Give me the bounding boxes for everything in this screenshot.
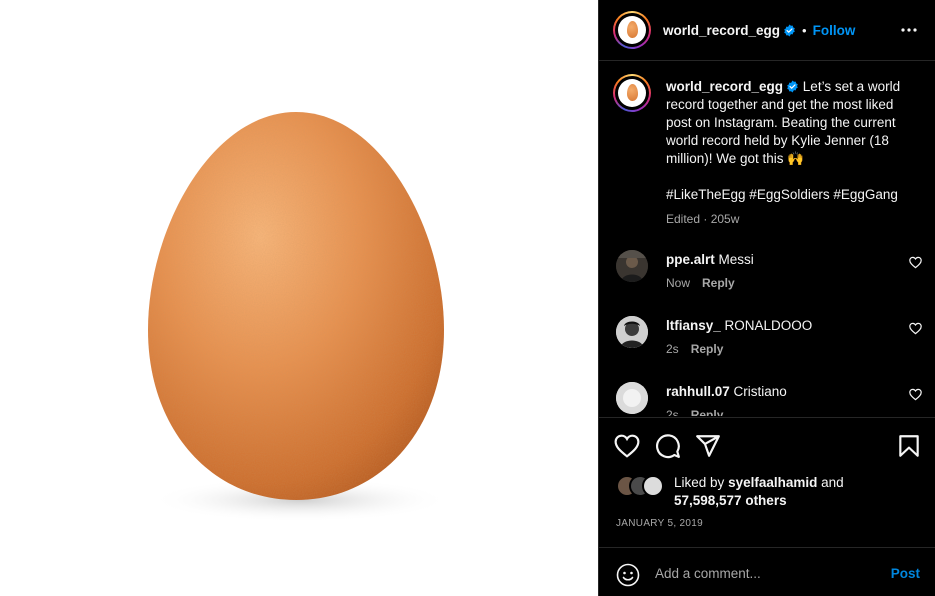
commenter-avatar[interactable] [616, 382, 648, 414]
comment-icon[interactable] [655, 433, 681, 459]
like-heart-icon[interactable] [614, 433, 640, 459]
author-avatar[interactable] [613, 11, 651, 49]
caption-author-avatar[interactable] [613, 74, 651, 112]
caption-username[interactable]: world_record_egg [666, 79, 783, 94]
reply-button[interactable]: Reply [691, 342, 724, 356]
likes-summary: Liked by syelfaalhamid and 57,598,577 ot… [674, 474, 844, 510]
comment-item: ppe.alrt Messi Now Reply [599, 250, 935, 310]
post-date[interactable]: JANUARY 5, 2019 [616, 518, 703, 529]
comment-text-row: ltfiansy_ RONALDOOO [666, 317, 812, 335]
liked-by-and: and [821, 475, 844, 490]
emoji-icon[interactable] [616, 563, 640, 587]
comment-meta: 2s Reply [666, 408, 723, 416]
commenter-avatar[interactable] [616, 316, 648, 348]
comment-text: Cristiano [733, 384, 787, 399]
more-options-icon[interactable] [900, 22, 918, 38]
comment-text: Messi [718, 252, 754, 267]
liked-by-avatars[interactable] [616, 475, 666, 497]
comment-text: RONALDOOO [724, 318, 813, 333]
heart-icon[interactable] [909, 256, 922, 269]
commenter-username[interactable]: ppe.alrt [666, 252, 715, 267]
post-side-panel: world_record_egg • Follow world_record_egg… [598, 0, 935, 596]
comments-scroll-area[interactable]: world_record_egg Let’s set a world recor… [599, 62, 935, 416]
reply-button[interactable]: Reply [691, 408, 724, 416]
comment-text-row: ppe.alrt Messi [666, 251, 754, 269]
header-user-row: world_record_egg • Follow [663, 22, 855, 40]
heart-icon[interactable] [909, 388, 922, 401]
comment-item: ltfiansy_ RONALDOOO 2s Reply [599, 316, 935, 376]
comment-item: rahhull.07 Cristiano 2s Reply [599, 382, 935, 416]
comment-time: 2s [666, 408, 679, 416]
share-icon[interactable] [695, 433, 721, 459]
post-caption: world_record_egg Let’s set a world recor… [666, 78, 916, 168]
separator-dot: • [802, 23, 807, 38]
bookmark-icon[interactable] [896, 433, 922, 459]
comment-time: 2s [666, 342, 679, 356]
author-username[interactable]: world_record_egg [663, 23, 780, 38]
commenter-username[interactable]: ltfiansy_ [666, 318, 721, 333]
caption-hashtags[interactable]: #LikeTheEgg #EggSoldiers #EggGang [666, 186, 898, 204]
comment-time: Now [666, 276, 691, 290]
liked-by-username[interactable]: syelfaalhamid [728, 475, 817, 490]
heart-icon[interactable] [909, 322, 922, 335]
post-comment-button[interactable]: Post [891, 566, 920, 581]
verified-badge-icon [784, 24, 795, 37]
reply-button[interactable]: Reply [702, 276, 735, 290]
add-comment-input[interactable] [655, 563, 875, 583]
liked-by-prefix: Liked by [674, 475, 725, 490]
post-actions: Liked by syelfaalhamid and 57,598,577 ot… [599, 417, 935, 547]
verified-badge-icon [787, 80, 798, 93]
add-comment-bar: Post [599, 547, 935, 596]
likes-count[interactable]: 57,598,577 others [674, 493, 787, 508]
caption-meta: Edited · 205w [666, 212, 740, 226]
follow-button[interactable]: Follow [813, 23, 856, 38]
comment-meta: Now Reply [666, 276, 735, 290]
post-header: world_record_egg • Follow [599, 0, 935, 61]
comment-meta: 2s Reply [666, 342, 723, 356]
comment-text-row: rahhull.07 Cristiano [666, 383, 787, 401]
post-image[interactable] [0, 0, 598, 596]
liker-avatar [642, 475, 664, 497]
egg-photo [148, 112, 450, 522]
commenter-username[interactable]: rahhull.07 [666, 384, 730, 399]
commenter-avatar[interactable] [616, 250, 648, 282]
